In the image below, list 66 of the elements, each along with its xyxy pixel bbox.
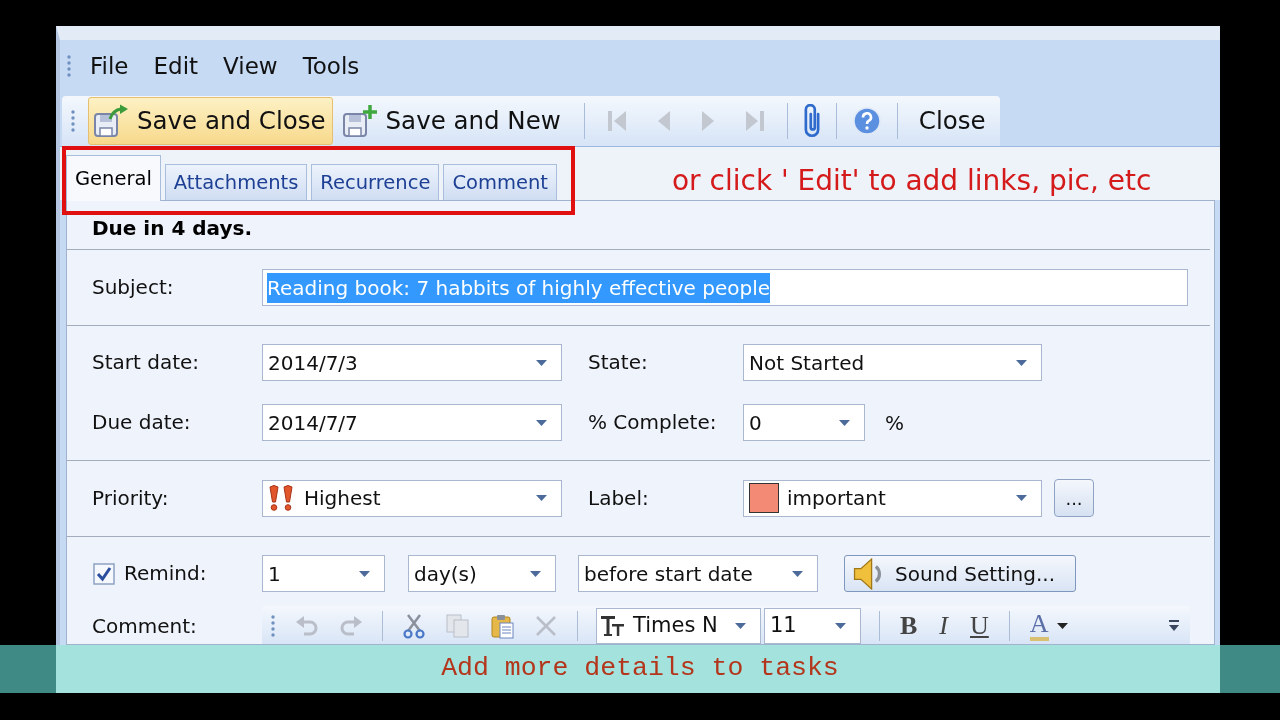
font-color-button[interactable]: A: [1027, 611, 1070, 641]
field-label: Comment:: [92, 614, 198, 638]
priority-dropdown[interactable]: Highest: [262, 479, 562, 517]
underline-button[interactable]: U: [968, 613, 991, 639]
field-label: Remind:: [124, 562, 207, 585]
caption-bar: Add more details to tasks: [0, 645, 1280, 693]
menu-item[interactable]: File: [90, 52, 129, 80]
grip-icon[interactable]: [270, 614, 276, 638]
exclamation-icon: [268, 484, 296, 512]
paperclip-icon[interactable]: [803, 104, 820, 138]
field-label: Start date:: [92, 351, 201, 374]
caret-icon: [792, 570, 803, 577]
caret-icon: [839, 419, 850, 426]
clipboard-icon[interactable]: [489, 613, 515, 639]
caret-icon: [1016, 359, 1027, 366]
sound-setting-button[interactable]: Sound Setting...: [844, 555, 1076, 592]
caret-icon: [536, 359, 547, 366]
field-label: % Complete:: [588, 411, 718, 434]
field-label: Subject:: [92, 276, 175, 299]
percent-complete-dropdown[interactable]: 0: [743, 404, 865, 441]
floppy-disk-icon: [93, 104, 129, 138]
more-button[interactable]: ...: [1054, 479, 1094, 517]
caret-icon: [735, 623, 746, 629]
annotation-text: or click ' Edit' to add links, pic, etc: [672, 164, 1152, 198]
save-and-new-button[interactable]: Save and New: [336, 97, 568, 145]
caret-icon: [1056, 623, 1068, 629]
due-status-text: Due in 4 days.: [92, 216, 253, 240]
font-size-dropdown[interactable]: 11: [764, 608, 861, 644]
remind-unit-dropdown[interactable]: day(s): [408, 555, 556, 592]
remind-timing-dropdown[interactable]: before start date: [578, 555, 818, 592]
remind-checkbox[interactable]: [93, 562, 115, 585]
tab[interactable]: Recurrence: [311, 164, 440, 200]
help-icon[interactable]: [852, 107, 881, 135]
save-and-close-button[interactable]: Save and Close: [88, 97, 333, 145]
close-button[interactable]: Close: [913, 97, 993, 145]
overflow-icon[interactable]: [1168, 619, 1180, 633]
font-icon: [601, 615, 625, 637]
caret-icon: [536, 419, 547, 426]
caret-icon: [835, 623, 846, 629]
field-label: Priority:: [92, 486, 170, 510]
tab[interactable]: Comment: [443, 164, 557, 200]
field-label: Label:: [588, 486, 650, 510]
field-label: State:: [588, 351, 649, 374]
bold-button[interactable]: B: [898, 613, 920, 639]
menu-item[interactable]: View: [223, 52, 278, 80]
menu-item[interactable]: Edit: [153, 52, 199, 80]
floppy-disk-icon: [341, 104, 378, 138]
caret-icon: [536, 495, 547, 501]
grip-icon[interactable]: [66, 54, 72, 78]
menu-item[interactable]: Tools: [302, 52, 360, 80]
field-label: Due date:: [92, 411, 192, 434]
due-date-dropdown[interactable]: 2014/7/7: [262, 404, 562, 441]
grip-icon[interactable]: [70, 109, 76, 133]
state-dropdown[interactable]: Not Started: [743, 344, 1042, 381]
caret-icon: [1016, 495, 1027, 501]
caret-icon: [530, 570, 541, 577]
tab[interactable]: Attachments: [164, 164, 308, 200]
font-dropdown[interactable]: Times N: [596, 608, 761, 644]
tab[interactable]: General: [66, 155, 161, 201]
percent-sign-text: %: [885, 409, 904, 437]
caret-icon: [359, 570, 370, 577]
italic-button[interactable]: I: [937, 613, 950, 639]
remind-amount-dropdown[interactable]: 1: [262, 555, 385, 592]
scissors-icon[interactable]: [401, 613, 427, 639]
start-date-dropdown[interactable]: 2014/7/3: [262, 344, 562, 381]
label-dropdown[interactable]: important: [743, 479, 1042, 517]
